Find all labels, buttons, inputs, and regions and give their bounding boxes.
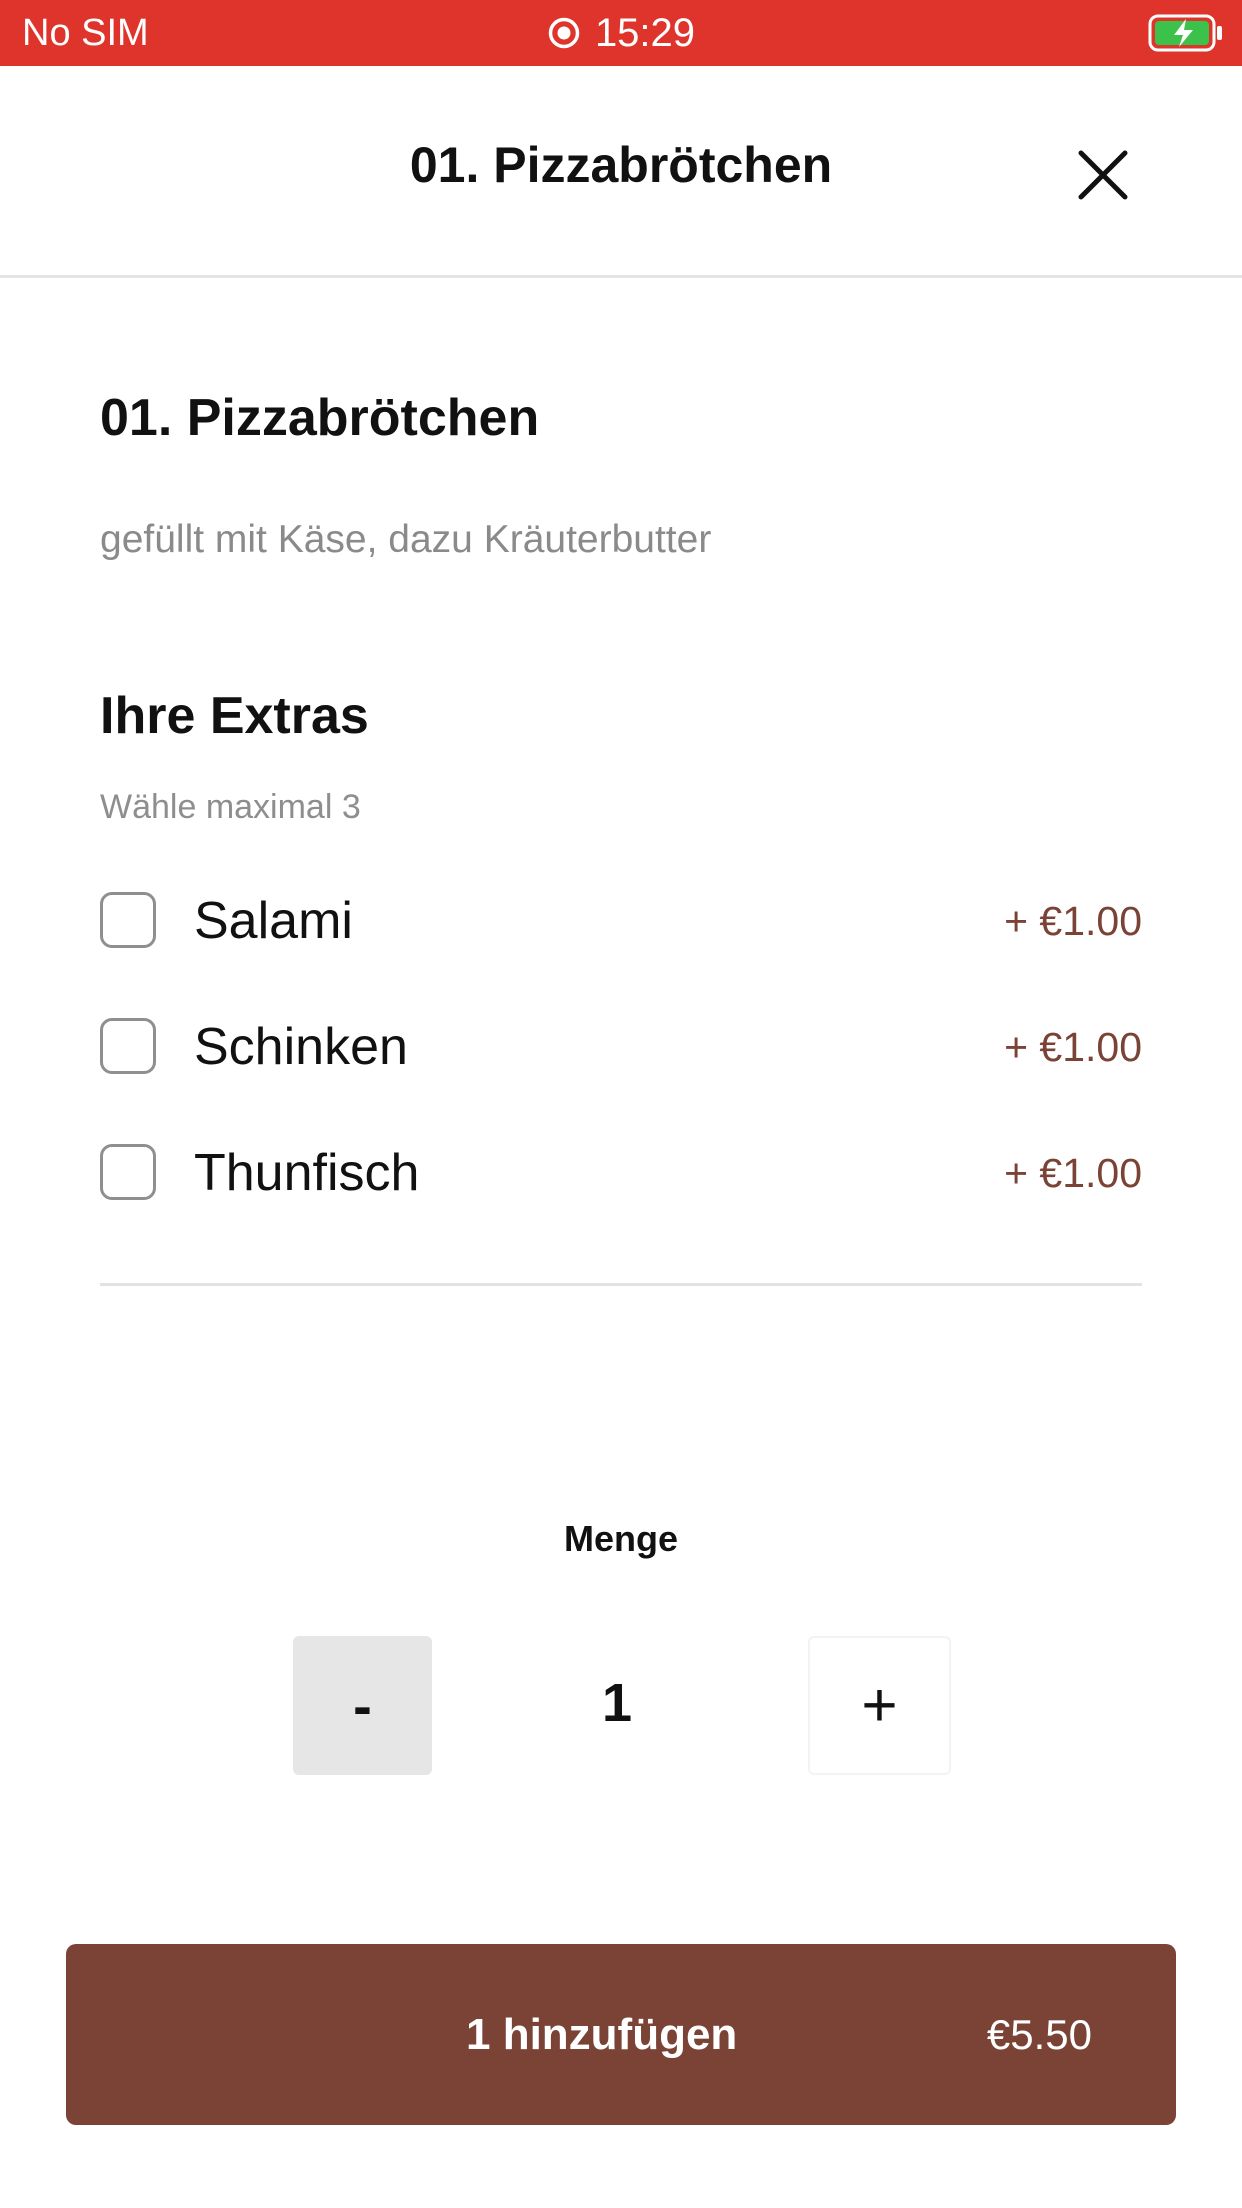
item-detail-screen: No SIM 15:29 01. Pizzabrötchen 01. Pizza…	[0, 0, 1242, 2208]
status-bar: No SIM 15:29	[0, 0, 1242, 66]
screen-record-icon	[548, 17, 580, 49]
battery-charging-icon	[1148, 14, 1222, 52]
section-divider	[100, 1283, 1142, 1286]
extra-price: + €1.00	[1004, 898, 1142, 944]
extra-checkbox[interactable]	[100, 1144, 156, 1200]
add-to-cart-button[interactable]: 1 hinzufügen €5.50	[66, 1944, 1176, 2125]
extra-price: + €1.00	[1004, 1150, 1142, 1196]
extra-option-salami[interactable]: Salami + €1.00	[100, 882, 1142, 962]
close-icon	[1078, 150, 1128, 200]
extra-label: Thunfisch	[194, 1144, 420, 1202]
extras-title: Ihre Extras	[100, 687, 369, 745]
extra-label: Salami	[194, 892, 353, 950]
status-time: 15:29	[594, 11, 696, 55]
quantity-decrease-button[interactable]: -	[293, 1636, 432, 1775]
product-description: gefüllt mit Käse, dazu Kräuterbutter	[100, 518, 712, 561]
extra-checkbox[interactable]	[100, 892, 156, 948]
add-button-price: €5.50	[986, 2011, 1092, 2058]
status-center: 15:29	[0, 0, 1242, 66]
extra-price: + €1.00	[1004, 1024, 1142, 1070]
extra-label: Schinken	[194, 1018, 408, 1076]
quantity-value: 1	[601, 1673, 633, 1733]
quantity-label: Menge	[563, 1518, 678, 1559]
extra-option-schinken[interactable]: Schinken + €1.00	[100, 1008, 1142, 1088]
extra-checkbox[interactable]	[100, 1018, 156, 1074]
add-button-label: 1 hinzufügen	[466, 2010, 738, 2059]
product-name: 01. Pizzabrötchen	[100, 389, 540, 447]
close-button[interactable]	[1073, 145, 1133, 205]
quantity-increase-button[interactable]: +	[808, 1636, 951, 1775]
extras-hint: Wähle maximal 3	[100, 788, 361, 826]
modal-header: 01. Pizzabrötchen	[0, 66, 1242, 278]
header-title: 01. Pizzabrötchen	[409, 137, 833, 193]
extra-option-thunfisch[interactable]: Thunfisch + €1.00	[100, 1134, 1142, 1214]
